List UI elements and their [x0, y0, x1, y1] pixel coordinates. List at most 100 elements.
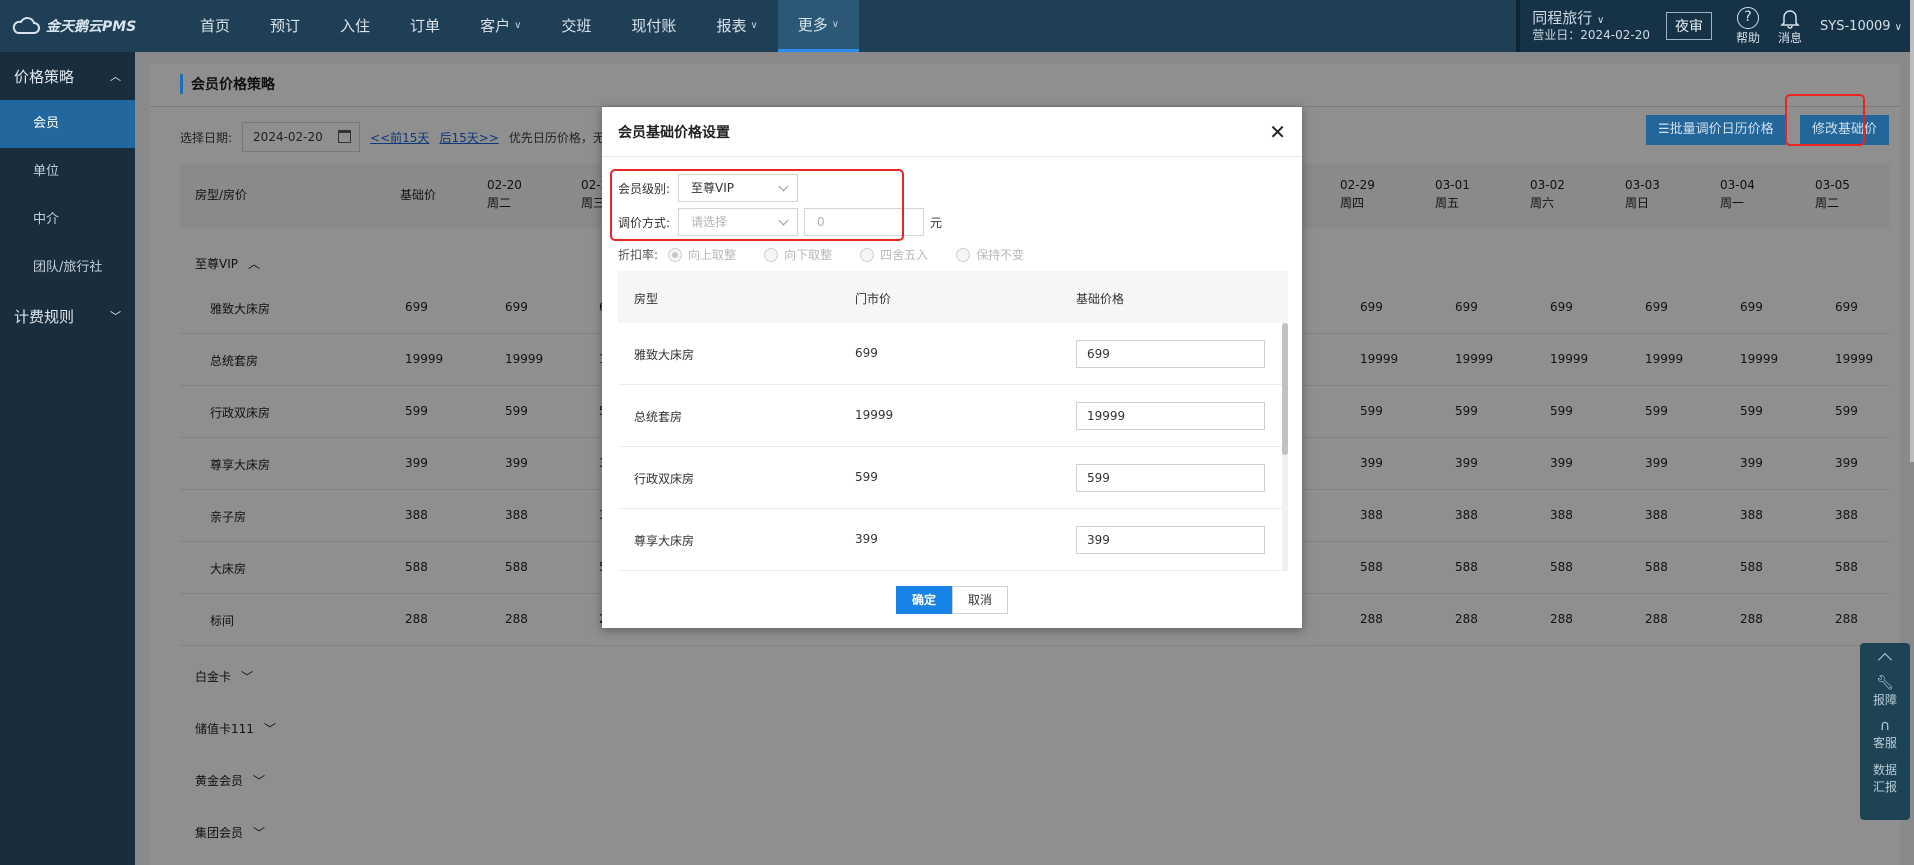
rounding-radio[interactable]: 向下取整: [764, 246, 832, 263]
close-icon[interactable]: ✕: [1269, 120, 1286, 144]
sidebar-group-billing-rules[interactable]: 计费规则 ﹀: [0, 292, 135, 340]
nav-item[interactable]: 更多 ∨: [777, 0, 860, 52]
day-price[interactable]: 388: [505, 508, 528, 522]
report-issue-button[interactable]: 🔧︎ 报障: [1873, 675, 1897, 708]
day-price[interactable]: 588: [1645, 560, 1668, 574]
rounding-radio[interactable]: 向上取整: [668, 246, 736, 263]
day-price[interactable]: 399: [505, 456, 528, 470]
nav-item[interactable]: 现付账: [611, 0, 696, 52]
day-price[interactable]: 288: [1550, 612, 1573, 626]
day-price[interactable]: 599: [1740, 404, 1763, 418]
base-price-input[interactable]: 399: [1076, 526, 1265, 554]
day-price[interactable]: 288: [1360, 612, 1383, 626]
nav-item[interactable]: 客户 ∨: [460, 0, 541, 52]
data-report-button[interactable]: 数据 汇报: [1873, 761, 1897, 795]
day-price[interactable]: 699: [1645, 300, 1668, 314]
day-price[interactable]: 388: [1550, 508, 1573, 522]
day-price[interactable]: 19999: [505, 352, 543, 366]
day-price[interactable]: 19999: [1360, 352, 1398, 366]
member-group[interactable]: 黄金会员 ﹀: [195, 772, 265, 789]
day-price[interactable]: 388: [1835, 508, 1858, 522]
night-audit-button[interactable]: 夜审: [1666, 12, 1712, 40]
confirm-button[interactable]: 确定: [896, 585, 952, 614]
member-group[interactable]: 集团会员 ﹀: [195, 824, 265, 841]
day-price[interactable]: 588: [1455, 560, 1478, 574]
app-logo[interactable]: 金天鹅云PMS: [0, 16, 150, 36]
next-15-days-link[interactable]: 后15天>>: [439, 129, 498, 146]
sidebar-item[interactable]: 会员: [0, 100, 135, 148]
day-price[interactable]: 588: [1835, 560, 1858, 574]
day-price[interactable]: 19999: [1550, 352, 1588, 366]
messages-label: 消息: [1778, 30, 1803, 45]
day-price[interactable]: 599: [1645, 404, 1668, 418]
prev-15-days-link[interactable]: <<前15天: [370, 129, 429, 146]
batch-adjust-button[interactable]: ☰批量调价日历价格: [1646, 115, 1786, 145]
table-scrollbar[interactable]: [1282, 323, 1288, 571]
day-price[interactable]: 588: [1550, 560, 1573, 574]
day-price[interactable]: 288: [1740, 612, 1763, 626]
rounding-radio[interactable]: 保持不变: [956, 246, 1024, 263]
day-price[interactable]: 699: [1360, 300, 1383, 314]
sidebar-item[interactable]: 中介: [0, 196, 135, 244]
room-name: 行政双床房: [210, 406, 271, 420]
day-price[interactable]: 388: [1645, 508, 1668, 522]
nav-item[interactable]: 订单: [390, 0, 460, 52]
day-price[interactable]: 699: [1455, 300, 1478, 314]
help-button[interactable]: ? 帮助: [1736, 6, 1760, 46]
sidebar-group-price-policy[interactable]: 价格策略 ︿: [0, 52, 135, 100]
day-price[interactable]: 588: [1360, 560, 1383, 574]
data-label-1: 数据: [1872, 763, 1897, 777]
day-price[interactable]: 699: [1835, 300, 1858, 314]
member-group-vip[interactable]: 至尊VIP ︿: [195, 255, 260, 272]
day-price[interactable]: 288: [1835, 612, 1858, 626]
day-price[interactable]: 288: [505, 612, 528, 626]
page-scrollbar[interactable]: [1910, 0, 1914, 462]
member-group[interactable]: 储值卡111 ﹀: [195, 720, 276, 737]
sidebar-item[interactable]: 团队/旅行社: [0, 244, 135, 292]
day-price[interactable]: 288: [1645, 612, 1668, 626]
nav-item[interactable]: 报表 ∨: [696, 0, 777, 52]
nav-item[interactable]: 入住: [320, 0, 390, 52]
day-price[interactable]: 19999: [1740, 352, 1778, 366]
day-price[interactable]: 699: [505, 300, 528, 314]
customer-service-button[interactable]: ∩ 客服: [1873, 718, 1897, 751]
base-price-input[interactable]: 19999: [1076, 402, 1265, 430]
day-price[interactable]: 699: [1740, 300, 1763, 314]
day-price[interactable]: 19999: [1835, 352, 1873, 366]
day-price[interactable]: 388: [1455, 508, 1478, 522]
day-price[interactable]: 599: [1835, 404, 1858, 418]
day-price[interactable]: 399: [1360, 456, 1383, 470]
base-price-input[interactable]: 699: [1076, 340, 1265, 368]
day-price[interactable]: 399: [1740, 456, 1763, 470]
day-price[interactable]: 599: [1550, 404, 1573, 418]
day-price[interactable]: 399: [1835, 456, 1858, 470]
cancel-button[interactable]: 取消: [952, 585, 1008, 614]
day-price[interactable]: 288: [1455, 612, 1478, 626]
day-price[interactable]: 19999: [1455, 352, 1493, 366]
nav-item[interactable]: 交班: [541, 0, 611, 52]
day-price[interactable]: 599: [1360, 404, 1383, 418]
messages-button[interactable]: 消息: [1778, 7, 1802, 46]
day-price[interactable]: 399: [1455, 456, 1478, 470]
day-price[interactable]: 388: [1360, 508, 1383, 522]
sidebar-item[interactable]: 单位: [0, 148, 135, 196]
nav-item[interactable]: 首页: [180, 0, 250, 52]
user-menu[interactable]: SYS-10009 ∨: [1820, 19, 1914, 34]
rounding-radio[interactable]: 四舍五入: [860, 246, 928, 263]
day-price[interactable]: 599: [1455, 404, 1478, 418]
day-price[interactable]: 399: [1645, 456, 1668, 470]
base-price-input[interactable]: 599: [1076, 464, 1265, 492]
day-price[interactable]: 19999: [1645, 352, 1683, 366]
nav-item[interactable]: 预订: [250, 0, 320, 52]
hotel-info[interactable]: 同程旅行 ∨ 营业日：2024-02-20: [1520, 9, 1666, 43]
day-price[interactable]: 699: [1550, 300, 1573, 314]
day-price[interactable]: 588: [1740, 560, 1763, 574]
day-price[interactable]: 399: [1550, 456, 1573, 470]
day-price[interactable]: 388: [1740, 508, 1763, 522]
collapse-up-icon[interactable]: [1877, 652, 1893, 668]
member-group[interactable]: 白金卡 ﹀: [195, 668, 253, 685]
day-price[interactable]: 599: [505, 404, 528, 418]
date-picker[interactable]: 2024-02-20: [242, 122, 361, 152]
scrollbar-thumb[interactable]: [1282, 323, 1288, 455]
day-price[interactable]: 588: [505, 560, 528, 574]
